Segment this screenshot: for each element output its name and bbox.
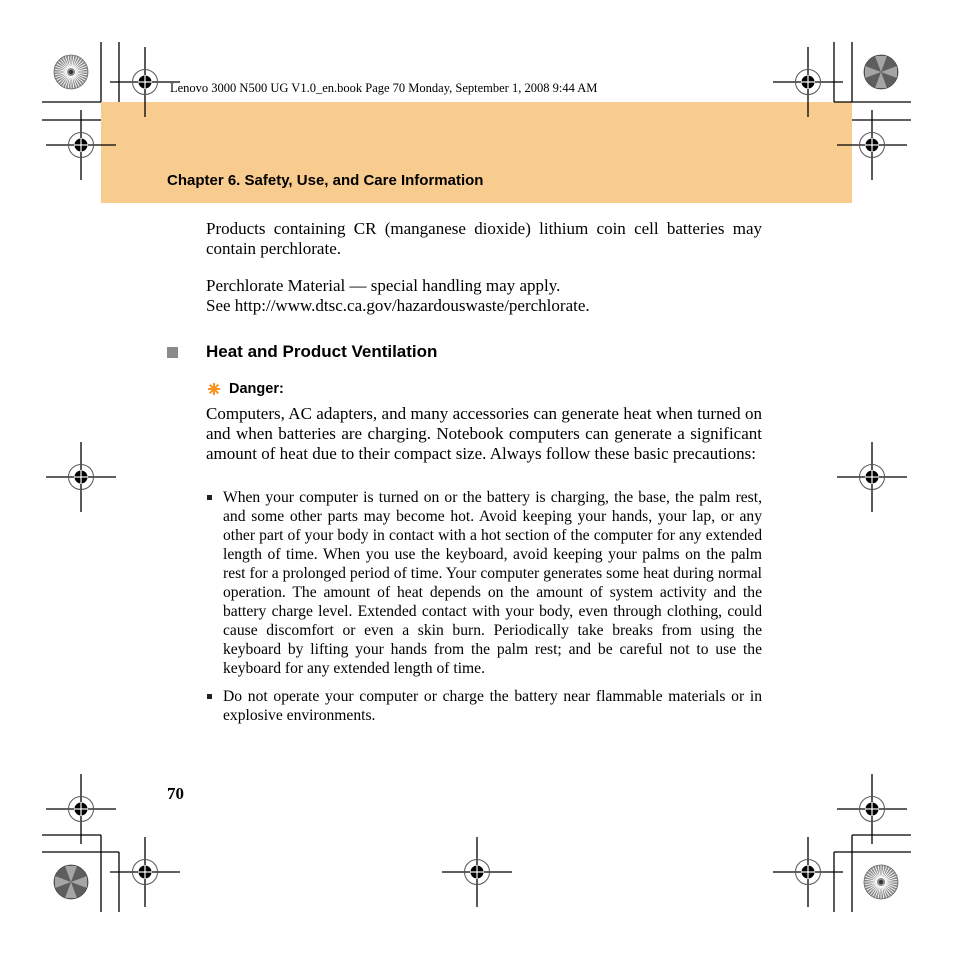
precautions-list: When your computer is turned on or the b… xyxy=(206,488,762,734)
registration-crosshair-icon xyxy=(441,836,513,908)
heat-warning-paragraph: Computers, AC adapters, and many accesso… xyxy=(206,404,762,464)
registration-crosshair-icon xyxy=(109,836,181,908)
registration-crosshair-icon xyxy=(836,773,908,845)
list-item: When your computer is turned on or the b… xyxy=(206,488,762,678)
color-bar-wheel-icon xyxy=(53,54,89,90)
danger-label: Danger: xyxy=(229,381,284,397)
section-title: Heat and Product Ventilation xyxy=(206,342,438,361)
print-marks-layer xyxy=(42,42,911,912)
list-item-text: Do not operate your computer or charge t… xyxy=(223,688,762,724)
perchlorate-notice: Perchlorate Material — special handling … xyxy=(206,276,762,316)
page-number: 70 xyxy=(167,784,184,803)
section-heading: Heat and Product Ventilation xyxy=(167,341,437,363)
perchlorate-text: Products containing CR (manganese dioxid… xyxy=(206,219,762,258)
list-item: Do not operate your computer or charge t… xyxy=(206,687,762,725)
danger-notice: Danger: xyxy=(207,381,284,397)
registration-crosshair-icon xyxy=(45,773,117,845)
registration-crosshair-icon xyxy=(772,46,844,118)
perchlorate-material-line: Perchlorate Material — special handling … xyxy=(206,276,561,295)
color-bar-wheel-icon xyxy=(863,864,899,900)
print-slug-header: Lenovo 3000 N500 UG V1.0_en.book Page 70… xyxy=(170,81,598,95)
heat-warning-text: Computers, AC adapters, and many accesso… xyxy=(206,404,762,463)
perchlorate-paragraph: Products containing CR (manganese dioxid… xyxy=(206,219,762,259)
color-bar-wheel-icon xyxy=(863,54,899,90)
chapter-title: Chapter 6. Safety, Use, and Care Informa… xyxy=(167,172,484,189)
danger-burst-icon xyxy=(208,383,220,395)
registration-crosshair-icon xyxy=(45,441,117,513)
color-bar-wheel-icon xyxy=(53,864,89,900)
bullet-marker-icon xyxy=(207,495,212,500)
registration-crosshair-icon xyxy=(772,836,844,908)
perchlorate-url-line: See http://www.dtsc.ca.gov/hazardouswast… xyxy=(206,296,590,315)
registration-crosshair-icon xyxy=(836,441,908,513)
section-bullet-icon xyxy=(167,346,178,358)
bullet-marker-icon xyxy=(207,694,212,699)
list-item-text: When your computer is turned on or the b… xyxy=(223,489,762,677)
